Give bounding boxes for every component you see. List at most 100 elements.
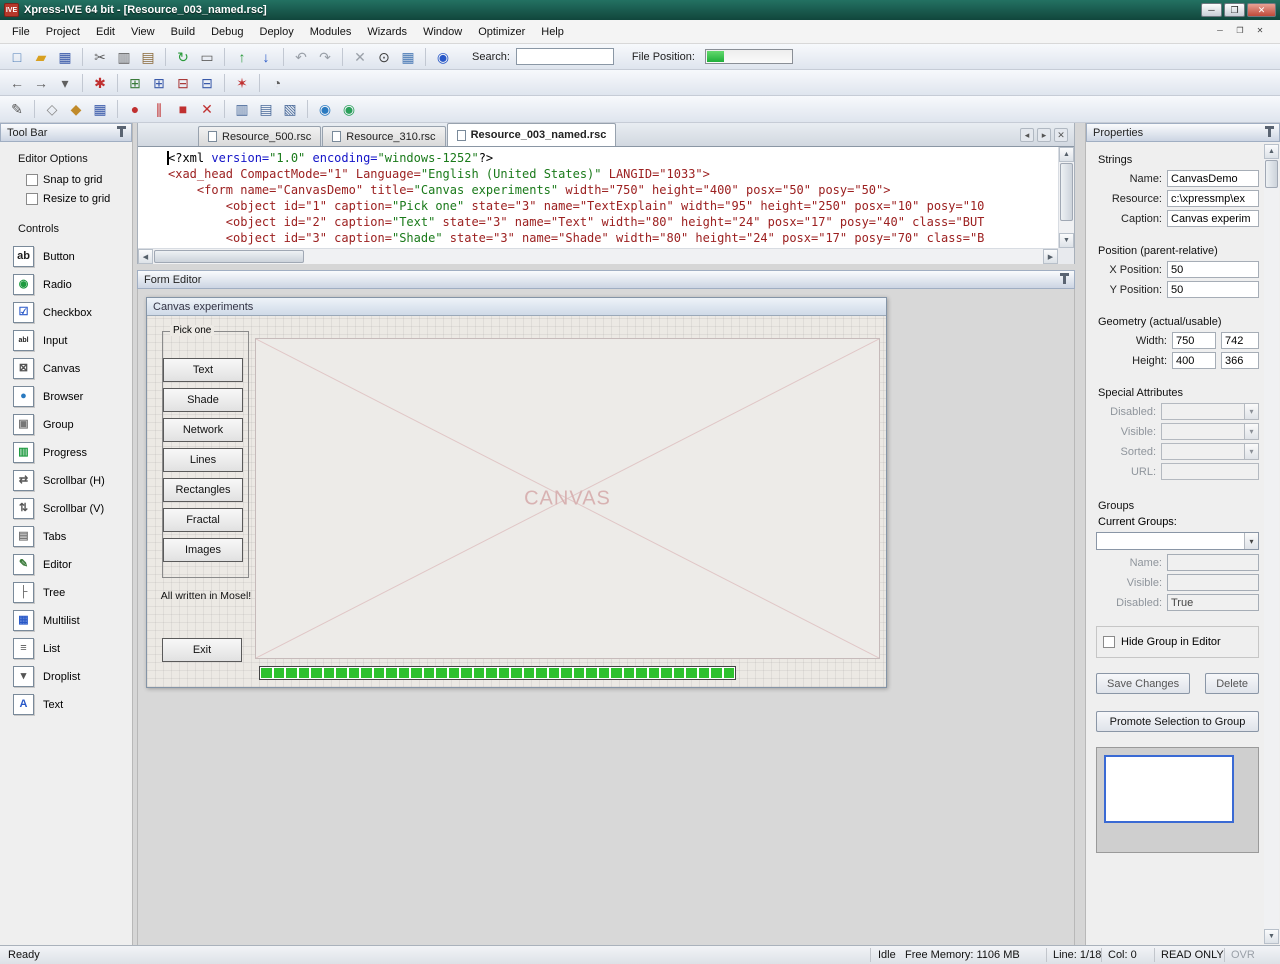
form-button-network[interactable]: Network xyxy=(163,418,243,442)
compile-gear-button[interactable]: ✱ xyxy=(89,72,111,94)
menu-deploy[interactable]: Deploy xyxy=(252,22,302,42)
field-visible[interactable]: ▾ xyxy=(1161,423,1259,440)
properties-vertical-scrollbar[interactable]: ▲ ▼ xyxy=(1264,144,1279,944)
control-droplist[interactable]: ▾Droplist xyxy=(13,666,132,687)
insert-column-button[interactable]: ⊞ xyxy=(148,72,170,94)
redo-button[interactable]: ↷ xyxy=(314,46,336,68)
current-groups-select[interactable]: ▾ xyxy=(1096,532,1259,550)
menu-optimizer[interactable]: Optimizer xyxy=(470,22,533,42)
globe-button[interactable]: ◉ xyxy=(314,98,336,120)
pause-button[interactable]: ∥ xyxy=(148,98,170,120)
scroll-down-icon[interactable]: ▼ xyxy=(1059,233,1074,248)
control-group[interactable]: ▣Group xyxy=(13,414,132,435)
control-list[interactable]: ≡List xyxy=(13,638,132,659)
tab-scroll-right-icon[interactable]: ▸ xyxy=(1037,128,1051,142)
split-horizontal-button[interactable]: ▥ xyxy=(231,98,253,120)
promote-selection-button[interactable]: Promote Selection to Group xyxy=(1096,711,1259,732)
form-button-images[interactable]: Images xyxy=(163,538,243,562)
reload-button[interactable]: ↻ xyxy=(172,46,194,68)
pin-icon[interactable] xyxy=(1268,129,1271,137)
form-button-fractal[interactable]: Fractal xyxy=(163,508,243,532)
menu-file[interactable]: File xyxy=(4,22,38,42)
form-button-rectangles[interactable]: Rectangles xyxy=(163,478,243,502)
caption-field[interactable] xyxy=(1167,210,1259,227)
form-button-lines[interactable]: Lines xyxy=(163,448,243,472)
control-progress[interactable]: ▥Progress xyxy=(13,442,132,463)
restore-button[interactable]: ❐ xyxy=(1224,3,1245,17)
group-name-field[interactable] xyxy=(1167,554,1259,571)
x-position-field[interactable] xyxy=(1167,261,1259,278)
field-url[interactable] xyxy=(1161,463,1259,480)
goto-bottom-button[interactable]: ↓ xyxy=(255,46,277,68)
mdi-close-button[interactable]: ✕ xyxy=(1252,25,1268,38)
delete-button[interactable]: Delete xyxy=(1205,673,1259,694)
control-multilist[interactable]: ▦Multilist xyxy=(13,610,132,631)
dock-right-button[interactable]: → xyxy=(30,72,52,94)
tab-resource-003-named-rsc[interactable]: Resource_003_named.rsc xyxy=(447,123,617,146)
hide-group-checkbox[interactable] xyxy=(1103,636,1115,648)
checkbox-icon[interactable] xyxy=(26,174,38,186)
control-checkbox[interactable]: ☑Checkbox xyxy=(13,302,132,323)
code-vertical-scrollbar[interactable]: ▲ ▼ xyxy=(1058,147,1074,248)
table-view-button[interactable]: ▦ xyxy=(397,46,419,68)
control-browser[interactable]: ●Browser xyxy=(13,386,132,407)
scroll-left-icon[interactable]: ◀ xyxy=(138,249,153,264)
height-actual-field[interactable] xyxy=(1172,352,1216,369)
record-button[interactable]: ● xyxy=(124,98,146,120)
remove-row-button[interactable]: ⊟ xyxy=(172,72,194,94)
split-vertical-button[interactable]: ▤ xyxy=(255,98,277,120)
menu-build[interactable]: Build xyxy=(163,22,203,42)
form-canvas[interactable]: CANVAS xyxy=(255,338,880,659)
code-area[interactable]: <?xml version="1.0" encoding="windows-12… xyxy=(138,147,1074,264)
horizontal-scroll-thumb[interactable] xyxy=(154,250,304,263)
tab-scroll-left-icon[interactable]: ◂ xyxy=(1020,128,1034,142)
scroll-up-icon[interactable]: ▲ xyxy=(1059,147,1074,162)
new-file-button[interactable]: □ xyxy=(6,46,28,68)
form-button-text[interactable]: Text xyxy=(163,358,243,382)
tab-resource-500-rsc[interactable]: Resource_500.rsc xyxy=(198,126,321,146)
option-snap-to-grid[interactable]: Snap to grid xyxy=(26,174,132,186)
search-input[interactable] xyxy=(516,48,614,65)
menu-help[interactable]: Help xyxy=(533,22,572,42)
control-button[interactable]: abButton xyxy=(13,246,132,267)
scroll-down-icon[interactable]: ▼ xyxy=(1264,929,1279,944)
control-scrollbar-h[interactable]: ⇄Scrollbar (H) xyxy=(13,470,132,491)
control-text[interactable]: AText xyxy=(13,694,132,715)
insert-row-button[interactable]: ⊞ xyxy=(124,72,146,94)
globe-stats-button[interactable]: ◉ xyxy=(338,98,360,120)
save-button[interactable]: ▦ xyxy=(54,46,76,68)
menu-modules[interactable]: Modules xyxy=(302,22,360,42)
control-input[interactable]: ablInput xyxy=(13,330,132,351)
vertical-scroll-thumb[interactable] xyxy=(1265,160,1278,188)
field-disabled[interactable]: ▾ xyxy=(1161,403,1259,420)
menu-window[interactable]: Window xyxy=(415,22,470,42)
control-radio[interactable]: ◉Radio xyxy=(13,274,132,295)
print-button[interactable]: ▭ xyxy=(196,46,218,68)
tab-close-icon[interactable]: ✕ xyxy=(1054,128,1068,142)
menu-edit[interactable]: Edit xyxy=(88,22,123,42)
form-progress-bar[interactable] xyxy=(259,666,736,680)
control-tree[interactable]: ├Tree xyxy=(13,582,132,603)
width-actual-field[interactable] xyxy=(1172,332,1216,349)
mdi-restore-button[interactable]: ❐ xyxy=(1232,25,1248,38)
history-clock-button[interactable]: ◔ xyxy=(266,72,288,94)
minimize-button[interactable]: ─ xyxy=(1201,3,1222,17)
option-resize-to-grid[interactable]: Resize to grid xyxy=(26,193,132,205)
scroll-up-icon[interactable]: ▲ xyxy=(1264,144,1279,159)
scroll-right-icon[interactable]: ▶ xyxy=(1043,249,1058,264)
code-horizontal-scrollbar[interactable]: ◀ ▶ xyxy=(138,248,1058,264)
field-sorted[interactable]: ▾ xyxy=(1161,443,1259,460)
cancel-button[interactable]: ✕ xyxy=(196,98,218,120)
mdi-minimize-button[interactable]: ─ xyxy=(1212,25,1228,38)
stop-button[interactable]: ■ xyxy=(172,98,194,120)
pin-icon[interactable] xyxy=(120,129,123,137)
undo-button[interactable]: ↶ xyxy=(290,46,312,68)
control-scrollbar-v[interactable]: ⇅Scrollbar (V) xyxy=(13,498,132,519)
y-position-field[interactable] xyxy=(1167,281,1259,298)
cascade-windows-button[interactable]: ▧ xyxy=(279,98,301,120)
menu-view[interactable]: View xyxy=(123,22,163,42)
run-burst-button[interactable]: ✶ xyxy=(231,72,253,94)
control-canvas[interactable]: ⊠Canvas xyxy=(13,358,132,379)
resource-field[interactable] xyxy=(1167,190,1259,207)
designed-form[interactable]: Canvas experiments Pick one All written … xyxy=(146,297,887,688)
